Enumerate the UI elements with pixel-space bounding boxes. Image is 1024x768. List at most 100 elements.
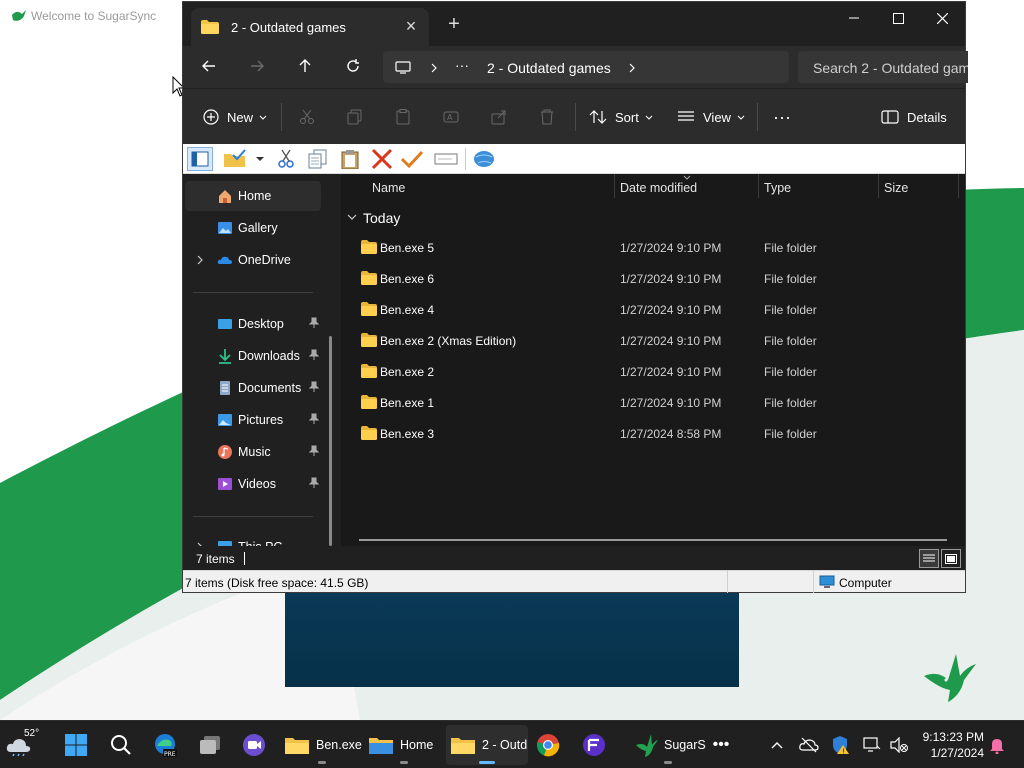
- taskbar-app-outdated-games[interactable]: 2 - Outd: [446, 725, 528, 765]
- delete-button[interactable]: [539, 103, 563, 131]
- paste-button[interactable]: [395, 103, 419, 131]
- forward-button[interactable]: [243, 54, 271, 78]
- running-indicator: [318, 761, 326, 764]
- table-row[interactable]: Ben.exe 6 1/27/2024 9:10 PM File folder: [341, 263, 965, 294]
- cut-button[interactable]: [299, 103, 323, 131]
- table-row[interactable]: Ben.exe 3 1/27/2024 8:58 PM File folder: [341, 418, 965, 449]
- column-divider[interactable]: [758, 174, 759, 198]
- column-header-name[interactable]: Name: [372, 181, 405, 195]
- taskbar-app-home[interactable]: Home: [364, 725, 444, 765]
- show-hidden-icons-button[interactable]: [766, 725, 788, 765]
- task-view-button[interactable]: [194, 725, 226, 765]
- column-divider[interactable]: [958, 174, 959, 198]
- pin-icon[interactable]: [309, 381, 319, 393]
- new-tab-button[interactable]: +: [443, 14, 465, 36]
- sidebar-item-home[interactable]: Home: [185, 181, 321, 211]
- breadcrumb-current[interactable]: 2 - Outdated games: [487, 60, 611, 76]
- pin-icon[interactable]: [309, 477, 319, 489]
- search-box[interactable]: Search 2 - Outdated games: [798, 51, 968, 83]
- classic-delete-button[interactable]: [369, 147, 395, 171]
- sidebar-item-onedrive[interactable]: OneDrive: [185, 245, 321, 275]
- rename-button[interactable]: A: [443, 103, 467, 131]
- chrome-icon: [537, 734, 560, 757]
- up-button[interactable]: [291, 54, 319, 78]
- tab-close-button[interactable]: ×: [401, 17, 421, 37]
- table-row[interactable]: Ben.exe 2 (Xmas Edition) 1/27/2024 9:10 P…: [341, 325, 965, 356]
- close-window-button[interactable]: [919, 2, 965, 34]
- sidebar-item-gallery[interactable]: Gallery: [185, 213, 321, 243]
- folder-icon: [361, 364, 377, 378]
- classic-rename-button[interactable]: [433, 147, 459, 171]
- search-button[interactable]: [106, 725, 136, 765]
- group-header-today[interactable]: Today: [363, 210, 400, 226]
- share-button[interactable]: [491, 103, 515, 131]
- table-row[interactable]: Ben.exe 5 1/27/2024 9:10 PM File folder: [341, 232, 965, 263]
- column-header-type[interactable]: Type: [764, 181, 791, 195]
- chevron-right-icon[interactable]: [629, 63, 635, 73]
- taskbar-overflow-button[interactable]: •••: [708, 725, 734, 765]
- sidebar-item-desktop[interactable]: Desktop: [185, 309, 321, 339]
- onedrive-tray-button[interactable]: [798, 725, 820, 765]
- maximize-button[interactable]: [875, 2, 921, 34]
- horizontal-scrollbar[interactable]: [359, 539, 947, 541]
- more-crumbs-icon[interactable]: ···: [455, 57, 469, 73]
- sidebar-item-videos[interactable]: Videos: [185, 469, 321, 499]
- details-view-button[interactable]: [919, 549, 939, 568]
- task-view-icon: [200, 736, 220, 754]
- taskbar-app-ben-exe[interactable]: Ben.exe: [280, 725, 364, 765]
- sidebar-item-documents[interactable]: Documents: [185, 373, 321, 403]
- classic-checkmark-button[interactable]: [399, 147, 425, 171]
- chevron-down-icon[interactable]: [347, 214, 357, 221]
- address-bar[interactable]: ··· 2 - Outdated games: [383, 51, 789, 83]
- column-divider[interactable]: [878, 174, 879, 198]
- column-header-date-modified[interactable]: Date modified: [620, 181, 697, 195]
- classic-paste-button[interactable]: [337, 147, 363, 171]
- new-button[interactable]: New: [203, 103, 275, 131]
- more-options-button[interactable]: ···: [773, 103, 791, 131]
- folder-options-dropdown[interactable]: [253, 147, 267, 171]
- clipchamp-button[interactable]: [238, 725, 270, 765]
- details-button[interactable]: Details: [881, 103, 947, 131]
- table-row[interactable]: Ben.exe 4 1/27/2024 9:10 PM File folder: [341, 294, 965, 325]
- column-header-size[interactable]: Size: [884, 181, 908, 195]
- security-tray-button[interactable]: !: [830, 725, 852, 765]
- navigation-pane-toggle[interactable]: [187, 147, 213, 171]
- tab-outdated-games[interactable]: 2 - Outdated games ×: [191, 8, 429, 46]
- classic-globe-button[interactable]: [471, 147, 497, 171]
- notifications-button[interactable]: [986, 725, 1008, 765]
- volume-tray-button[interactable]: [888, 725, 910, 765]
- chevron-right-icon[interactable]: [197, 255, 203, 265]
- taskbar-app-sugarsync[interactable]: SugarS: [630, 725, 706, 765]
- sidebar-item-downloads[interactable]: Downloads: [185, 341, 321, 371]
- table-row[interactable]: Ben.exe 2 1/27/2024 9:10 PM File folder: [341, 356, 965, 387]
- folder-options-button[interactable]: [223, 147, 249, 171]
- sidebar-item-music[interactable]: Music: [185, 437, 321, 467]
- copy-button[interactable]: [347, 103, 371, 131]
- view-button[interactable]: View: [677, 103, 753, 131]
- chrome-button[interactable]: [532, 725, 564, 765]
- pin-icon[interactable]: [309, 317, 319, 329]
- table-row[interactable]: Ben.exe 1 1/27/2024 9:10 PM File folder: [341, 387, 965, 418]
- back-button[interactable]: [195, 54, 223, 78]
- classic-copy-button[interactable]: [305, 147, 331, 171]
- start-button[interactable]: [60, 725, 92, 765]
- navigation-pane-scrollbar[interactable]: [329, 336, 332, 546]
- system-clock[interactable]: 9:13:23 PM 1/27/2024: [918, 729, 984, 761]
- pin-icon[interactable]: [309, 413, 319, 425]
- edge-preview-button[interactable]: PRE: [150, 725, 182, 765]
- pin-icon[interactable]: [309, 445, 319, 457]
- weather-widget[interactable]: 52°: [6, 725, 42, 765]
- column-divider[interactable]: [614, 174, 615, 198]
- scissors-icon: [300, 109, 314, 124]
- tiles-view-button[interactable]: [941, 549, 961, 568]
- refresh-button[interactable]: [339, 54, 367, 78]
- minimize-button[interactable]: [831, 2, 877, 34]
- close-icon: [936, 12, 948, 24]
- sidebar-item-pictures[interactable]: Pictures: [185, 405, 321, 435]
- sort-button[interactable]: Sort: [589, 103, 661, 131]
- classic-cut-button[interactable]: [273, 147, 299, 171]
- ellipsis-icon: ···: [773, 106, 791, 127]
- pin-icon[interactable]: [309, 349, 319, 361]
- taskbar-app-purple[interactable]: [578, 725, 610, 765]
- network-tray-button[interactable]: [862, 725, 882, 765]
